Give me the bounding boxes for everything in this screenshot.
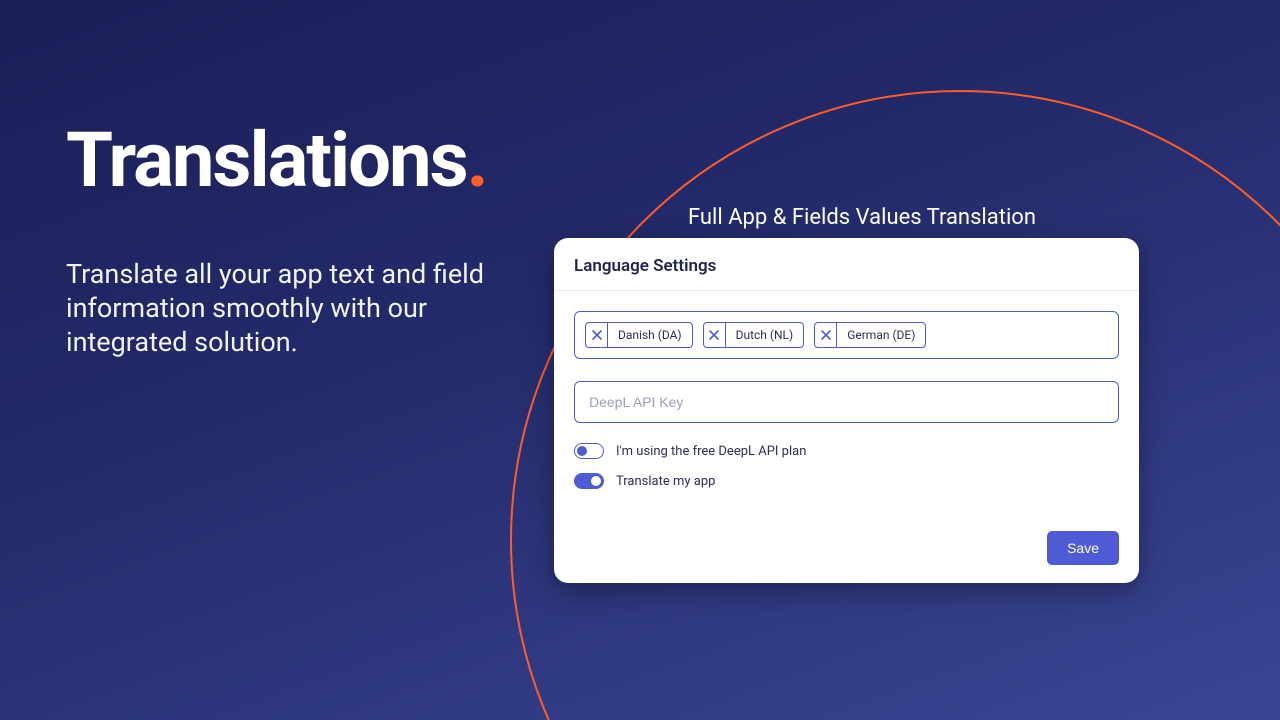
remove-language-icon[interactable] <box>586 323 608 347</box>
page-title: Translations. <box>66 115 487 205</box>
language-chip-label: Danish (DA) <box>608 323 692 347</box>
language-settings-card: Language Settings Danish (DA) Dutch (NL)… <box>554 238 1139 583</box>
page-title-text: Translations <box>66 115 467 205</box>
translate-app-toggle-label: Translate my app <box>616 474 715 489</box>
page-title-dot: . <box>467 115 487 205</box>
api-key-field-wrap <box>574 381 1119 423</box>
save-button[interactable]: Save <box>1047 531 1119 565</box>
language-multiselect[interactable]: Danish (DA) Dutch (NL) German (DE) <box>574 311 1119 359</box>
toggle-row-free-plan: I'm using the free DeepL API plan <box>574 443 1119 459</box>
toggle-row-translate-app: Translate my app <box>574 473 1119 489</box>
language-chip-label: Dutch (NL) <box>726 323 804 347</box>
deepl-api-key-input[interactable] <box>574 381 1119 423</box>
language-chip: German (DE) <box>814 322 926 348</box>
free-plan-toggle-label: I'm using the free DeepL API plan <box>616 444 806 459</box>
remove-language-icon[interactable] <box>815 323 837 347</box>
language-chip: Danish (DA) <box>585 322 693 348</box>
card-title: Language Settings <box>554 238 1139 291</box>
hero-section: Translations. <box>66 115 487 205</box>
remove-language-icon[interactable] <box>704 323 726 347</box>
language-chip: Dutch (NL) <box>703 322 805 348</box>
card-footer: Save <box>554 517 1139 583</box>
toggles-section: I'm using the free DeepL API plan Transl… <box>574 443 1119 489</box>
language-chip-label: German (DE) <box>837 323 925 347</box>
hero-label: Full App & Fields Values Translation <box>688 205 1036 230</box>
translate-app-toggle[interactable] <box>574 473 604 489</box>
free-plan-toggle[interactable] <box>574 443 604 459</box>
card-body: Danish (DA) Dutch (NL) German (DE) I'm <box>554 291 1139 517</box>
hero-subtitle-block: Translate all your app text and field in… <box>66 258 496 359</box>
hero-subtitle: Translate all your app text and field in… <box>66 258 496 359</box>
